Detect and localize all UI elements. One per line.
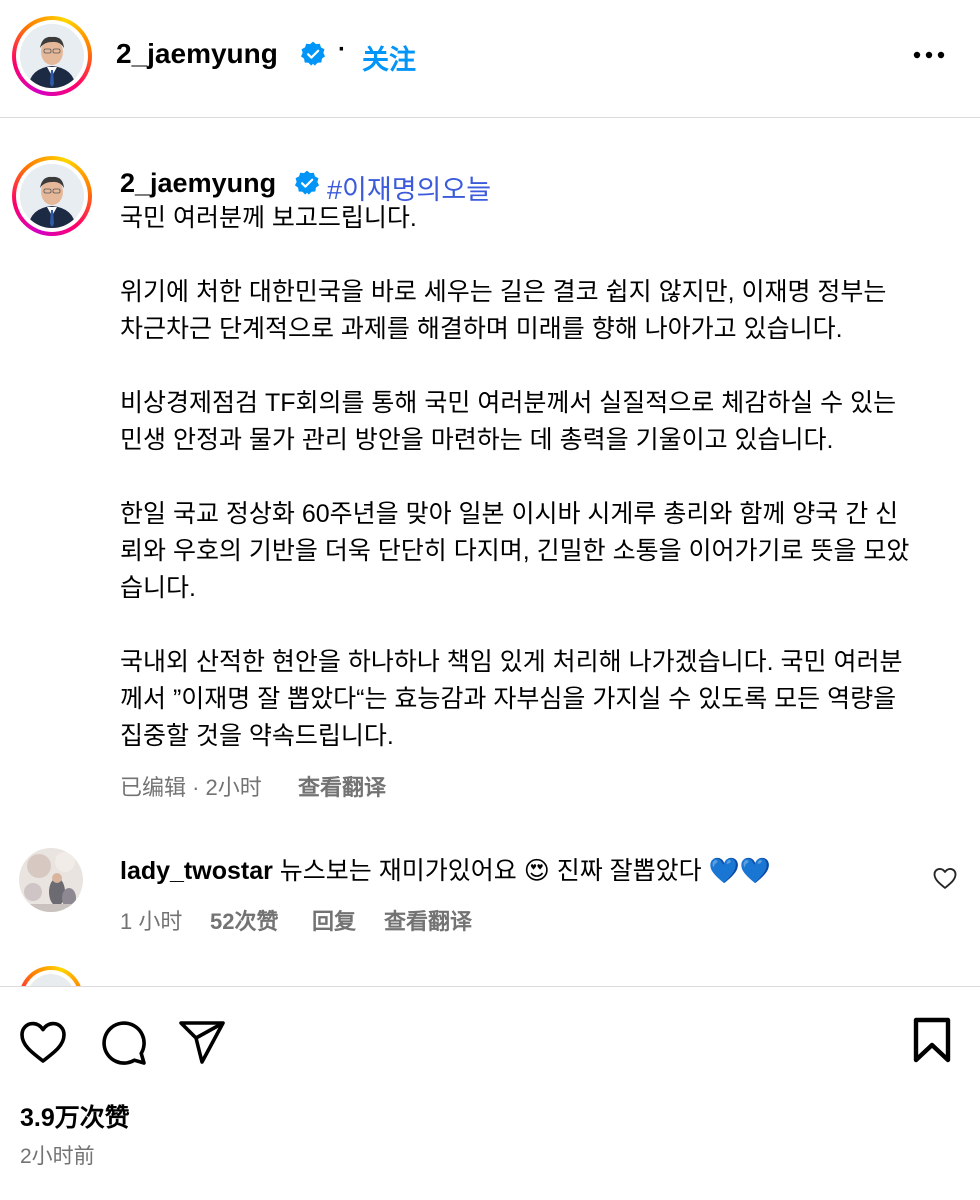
caption-line: 께서 ”이재명 잘 뽑았다“는 효능감과 자부심을 가지실 수 있도록 모든 역… [120, 685, 897, 713]
caption-line: 국내외 산적한 현안을 하나하나 책임 있게 처리해 나가겠습니다. 국민 여러… [120, 648, 903, 676]
post-time-ago: 2小时前 [20, 1145, 95, 1168]
caption-line: 국민 여러분께 보고드립니다. [120, 204, 417, 232]
likes-count[interactable]: 3.9万次赞 [20, 1098, 130, 1134]
caption-username[interactable]: 2_jaemyung [120, 168, 276, 199]
edited-timestamp: 已编辑 · 2小时 [120, 775, 262, 800]
comment-username[interactable]: lady_twostar [120, 857, 273, 885]
bookmark-icon[interactable] [912, 1017, 952, 1063]
header-username[interactable]: 2_jaemyung [116, 38, 278, 70]
comment-see-translation[interactable]: 查看翻译 [384, 904, 472, 936]
caption-meta: 已编辑 · 2小时 查看翻译 [120, 770, 386, 802]
comment-text: lady_twostar 뉴스보는 재미가있어요 😍 진짜 잘뽑았다 💙💙 [120, 851, 771, 887]
avatar-photo [20, 24, 84, 88]
heart-eyes-emoji: 😍 [523, 857, 550, 885]
comment-time: 1 小时 [120, 909, 183, 934]
caption-line: 민생 안정과 물가 관리 방안을 마련하는 데 총력을 기울이고 있습니다. [120, 426, 834, 454]
caption-line: 차근차근 단계적으로 과제를 해결하며 미래를 향해 나아가고 있습니다. [120, 315, 843, 343]
heart-icon[interactable] [19, 1019, 67, 1065]
comment-body: 진짜 잘뽑았다 [556, 857, 702, 885]
more-options-icon[interactable] [910, 40, 948, 70]
reply-button[interactable]: 回复 [312, 904, 356, 936]
avatar-photo [19, 848, 83, 912]
caption-line: 습니다. [120, 574, 196, 602]
profile-avatar[interactable] [12, 16, 92, 96]
caption-body: 국민 여러분께 보고드립니다. 위기에 처한 대한민국을 바로 세우는 길은 결… [120, 200, 960, 755]
caption-avatar[interactable] [12, 156, 92, 236]
caption-line: 한일 국교 정상화 60주년을 맞아 일본 이시바 시게루 총리와 함께 양국 … [120, 500, 899, 528]
verified-badge-icon [300, 41, 326, 67]
blue-hearts-emoji: 💙💙 [708, 857, 771, 885]
avatar-photo [20, 164, 84, 228]
share-icon[interactable] [178, 1019, 226, 1065]
verified-badge-icon [294, 170, 320, 196]
post-actions-bar [0, 986, 980, 1200]
comment-avatar[interactable] [19, 848, 83, 912]
follow-button[interactable]: 关注 [362, 38, 416, 77]
comment-like-heart-icon[interactable] [931, 864, 959, 892]
comment-body: 뉴스보는 재미가있어요 [279, 857, 517, 885]
post-header: 2_jaemyung · 关注 [0, 0, 980, 118]
comment-likes[interactable]: 52次赞 [210, 904, 278, 936]
caption-line: 위기에 처한 대한민국을 바로 세우는 길은 결코 쉽지 않지만, 이재명 정부… [120, 278, 887, 306]
caption-line: 집중할 것을 약속드립니다. [120, 722, 394, 750]
caption-line: 뢰와 우호의 기반을 더욱 단단히 다지며, 긴밀한 소통을 이어가기로 뜻을 … [120, 537, 910, 565]
caption-line: 비상경제점검 TF회의를 통해 국민 여러분께서 실질적으로 체감하실 수 있는 [120, 389, 897, 417]
separator-dot: · [338, 36, 346, 63]
comment-icon[interactable] [100, 1019, 148, 1067]
see-translation-link[interactable]: 查看翻译 [298, 770, 386, 802]
